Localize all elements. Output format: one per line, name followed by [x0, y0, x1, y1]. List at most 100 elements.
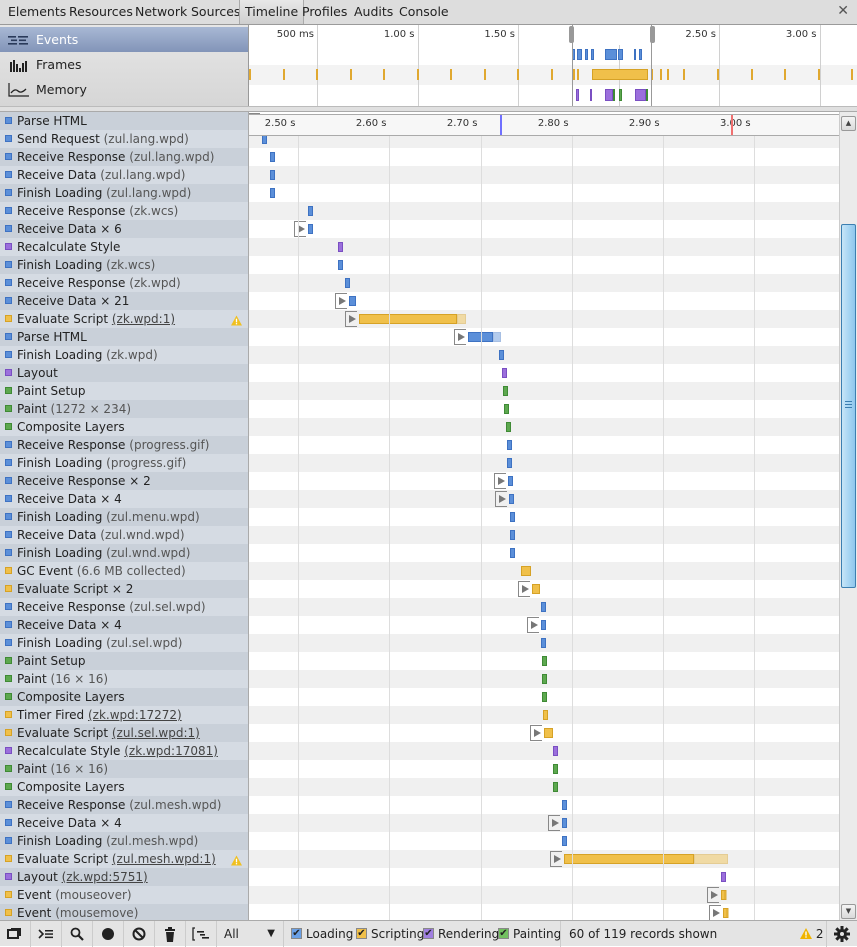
record-row[interactable]: Parse HTML	[0, 328, 248, 346]
overview-window-right-handle[interactable]	[650, 26, 655, 43]
tab-elements[interactable]: Elements	[4, 0, 70, 24]
loading-record-bar[interactable]	[270, 170, 276, 180]
record-row[interactable]: Layout (zk.wpd:5751)	[0, 868, 248, 886]
record-row[interactable]: Send Request (zul.lang.wpd)	[0, 130, 248, 148]
record-source-link[interactable]: (zk.wpd:17081)	[124, 744, 218, 758]
painting-record-bar[interactable]	[553, 782, 559, 792]
record-row[interactable]: Receive Response (zk.wcs)	[0, 202, 248, 220]
tab-sources[interactable]: Sources	[187, 0, 244, 24]
loading-record-bar[interactable]	[509, 530, 515, 540]
tab-timeline[interactable]: Timeline	[239, 0, 305, 24]
record-row[interactable]: Paint Setup	[0, 382, 248, 400]
record-row[interactable]: Finish Loading (zul.mesh.wpd)	[0, 832, 248, 850]
expand-triangle-icon[interactable]	[547, 815, 560, 831]
loading-record-bar[interactable]	[561, 818, 567, 828]
tab-audits[interactable]: Audits	[350, 0, 397, 24]
overview-selection-window[interactable]	[572, 25, 652, 106]
painting-record-bar[interactable]	[505, 422, 511, 432]
loading-record-bar[interactable]	[308, 224, 314, 234]
glue-records-button[interactable]	[186, 921, 217, 947]
warnings-counter[interactable]: 2	[800, 921, 823, 947]
scripting-record-bar[interactable]	[532, 584, 540, 594]
scripting-record-bar[interactable]	[544, 728, 554, 738]
rendering-record-bar[interactable]	[502, 368, 508, 378]
record-row[interactable]: Parse HTML	[0, 112, 248, 130]
dock-button[interactable]	[0, 921, 31, 947]
loading-record-bar[interactable]	[507, 476, 513, 486]
record-row[interactable]: Receive Response (zk.wpd)	[0, 274, 248, 292]
loading-record-bar[interactable]	[540, 602, 546, 612]
vertical-scrollbar[interactable]: ▲ ▼	[839, 112, 857, 920]
painting-checkbox[interactable]: ✔ Painting	[498, 927, 561, 941]
record-row[interactable]: Receive Response × 2	[0, 472, 248, 490]
record-row[interactable]: Finish Loading (zul.lang.wpd)	[0, 184, 248, 202]
loading-record-bar[interactable]	[509, 512, 515, 522]
painting-record-bar[interactable]	[503, 386, 509, 396]
overview-mode-memory[interactable]: Memory	[0, 77, 248, 102]
record-row[interactable]: Recalculate Style (zk.wpd:17081)	[0, 742, 248, 760]
record-row[interactable]: Paint (1272 × 234)	[0, 400, 248, 418]
expand-triangle-icon[interactable]	[335, 293, 348, 309]
overview-window-left-handle[interactable]	[569, 26, 574, 43]
record-row[interactable]: Layout	[0, 364, 248, 382]
record-row[interactable]: Event (mousemove)	[0, 904, 248, 920]
record-row[interactable]: Evaluate Script (zul.mesh.wpd:1)	[0, 850, 248, 868]
tab-resources[interactable]: Resources	[65, 0, 137, 24]
record-row[interactable]: Recalculate Style	[0, 238, 248, 256]
record-source-link[interactable]: (zk.wpd:5751)	[62, 870, 148, 884]
loading-record-bar[interactable]	[562, 836, 568, 846]
loading-checkbox[interactable]: ✔ Loading	[291, 927, 353, 941]
record-filter-select[interactable]: All ▼	[216, 921, 284, 947]
record-row[interactable]: Finish Loading (zul.sel.wpd)	[0, 634, 248, 652]
painting-record-bar[interactable]	[542, 692, 548, 702]
scripting-record-bar[interactable]	[358, 314, 457, 324]
loading-record-bar[interactable]	[506, 458, 512, 468]
painting-record-bar[interactable]	[542, 674, 548, 684]
scripting-checkbox[interactable]: ✔ Scripting	[356, 927, 424, 941]
record-row[interactable]: Paint (16 × 16)	[0, 760, 248, 778]
overview-mode-frames[interactable]: Frames	[0, 52, 248, 77]
expand-triangle-icon[interactable]	[494, 491, 507, 507]
tab-profiles[interactable]: Profiles	[298, 0, 351, 24]
record-row[interactable]: Composite Layers	[0, 418, 248, 436]
loading-record-bar[interactable]	[270, 188, 276, 198]
record-row[interactable]: Receive Data × 4	[0, 616, 248, 634]
record-row[interactable]: Finish Loading (zk.wcs)	[0, 256, 248, 274]
overview-mode-events[interactable]: Events	[0, 27, 248, 52]
expand-triangle-icon[interactable]	[526, 617, 539, 633]
record-source-link[interactable]: (zul.mesh.wpd:1)	[112, 852, 216, 866]
record-row[interactable]: Evaluate Script (zul.sel.wpd:1)	[0, 724, 248, 742]
scroll-down-button[interactable]: ▼	[841, 904, 856, 919]
record-row[interactable]: Receive Data (zul.lang.wpd)	[0, 166, 248, 184]
tab-network[interactable]: Network	[131, 0, 191, 24]
loading-record-bar[interactable]	[498, 350, 504, 360]
rendering-checkbox[interactable]: ✔ Rendering	[423, 927, 499, 941]
expand-triangle-icon[interactable]	[453, 329, 466, 345]
rendering-record-bar[interactable]	[337, 242, 343, 252]
record-row[interactable]: Receive Response (zul.lang.wpd)	[0, 148, 248, 166]
tab-console[interactable]: Console	[395, 0, 453, 24]
record-source-link[interactable]: (zul.sel.wpd:1)	[112, 726, 200, 740]
record-button[interactable]	[93, 921, 124, 947]
record-row[interactable]: Evaluate Script (zk.wpd:1)	[0, 310, 248, 328]
record-row[interactable]: Receive Data (zul.wnd.wpd)	[0, 526, 248, 544]
expand-triangle-icon[interactable]	[518, 581, 531, 597]
records-graph[interactable]: 2.50 s 2.60 s 2.70 s 2.80 s 2.90 s 3.00 s	[249, 112, 839, 920]
expand-triangle-icon[interactable]	[550, 851, 563, 867]
rendering-record-bar[interactable]	[720, 872, 726, 882]
loading-record-bar[interactable]	[541, 638, 547, 648]
expand-triangle-icon[interactable]	[294, 221, 307, 237]
record-row[interactable]: Receive Response (zul.mesh.wpd)	[0, 796, 248, 814]
loading-record-bar[interactable]	[509, 548, 515, 558]
expand-triangle-icon[interactable]	[530, 725, 543, 741]
scripting-record-bar[interactable]	[564, 854, 695, 864]
record-row[interactable]: Receive Data × 4	[0, 814, 248, 832]
loading-record-bar[interactable]	[338, 260, 344, 270]
loading-record-bar[interactable]	[561, 800, 567, 810]
overview-graph[interactable]: 500 ms1.00 s1.50 s2.00 s2.50 s3.00 s3.50…	[249, 25, 857, 106]
loading-record-bar[interactable]	[307, 206, 313, 216]
loading-record-bar[interactable]	[344, 278, 350, 288]
record-row[interactable]: Finish Loading (zul.menu.wpd)	[0, 508, 248, 526]
record-row[interactable]: Timer Fired (zk.wpd:17272)	[0, 706, 248, 724]
scroll-up-button[interactable]: ▲	[841, 116, 856, 131]
